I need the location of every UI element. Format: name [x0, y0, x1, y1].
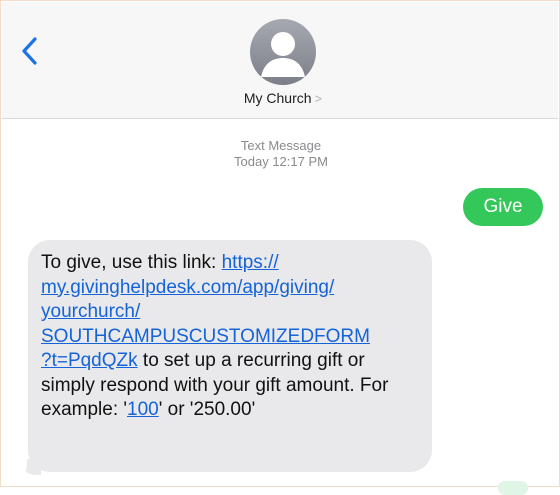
contact-name-button[interactable]: My Church > — [202, 90, 364, 110]
messages-screen: My Church > Text Message Today 12:17 PM G… — [0, 0, 560, 495]
contact-avatar[interactable] — [250, 19, 316, 85]
chevron-left-icon — [22, 37, 37, 65]
message-end-text: ' — [251, 399, 256, 420]
link-line-4: SOUTHCAMPUSCUSTOMIZEDFORM — [41, 325, 370, 347]
message-type-label: Text Message — [240, 138, 322, 153]
message-timestamp: Today 12:17 PM — [234, 154, 328, 169]
contact-name: My Church — [243, 90, 312, 106]
outgoing-message-bubble[interactable]: Give — [463, 188, 543, 226]
person-silhouette-icon — [261, 32, 305, 77]
link-line-2: my.givinghelpdesk.com/app/giving/ — [41, 276, 335, 298]
chevron-right-icon: > — [314, 91, 323, 106]
bubble-tail-mask — [9, 453, 27, 477]
message-intro-text: To give, use this link: — [41, 252, 222, 273]
link-line-1: https:// — [221, 252, 279, 273]
back-button[interactable] — [16, 34, 46, 68]
link-line-5: ?t=PqdQZk — [41, 350, 138, 371]
example-amount-250-text: 250.00 — [193, 399, 252, 420]
conversation-header: My Church > — [2, 2, 558, 119]
link-line-3: yourchurch/ — [41, 301, 141, 322]
message-separator-text: ' or ' — [158, 399, 194, 420]
next-message-bubble-edge — [498, 481, 528, 495]
incoming-message-bubble[interactable]: To give, use this link: https:// my.givin… — [28, 240, 432, 472]
example-amount-100-link[interactable]: 100 — [127, 399, 159, 420]
